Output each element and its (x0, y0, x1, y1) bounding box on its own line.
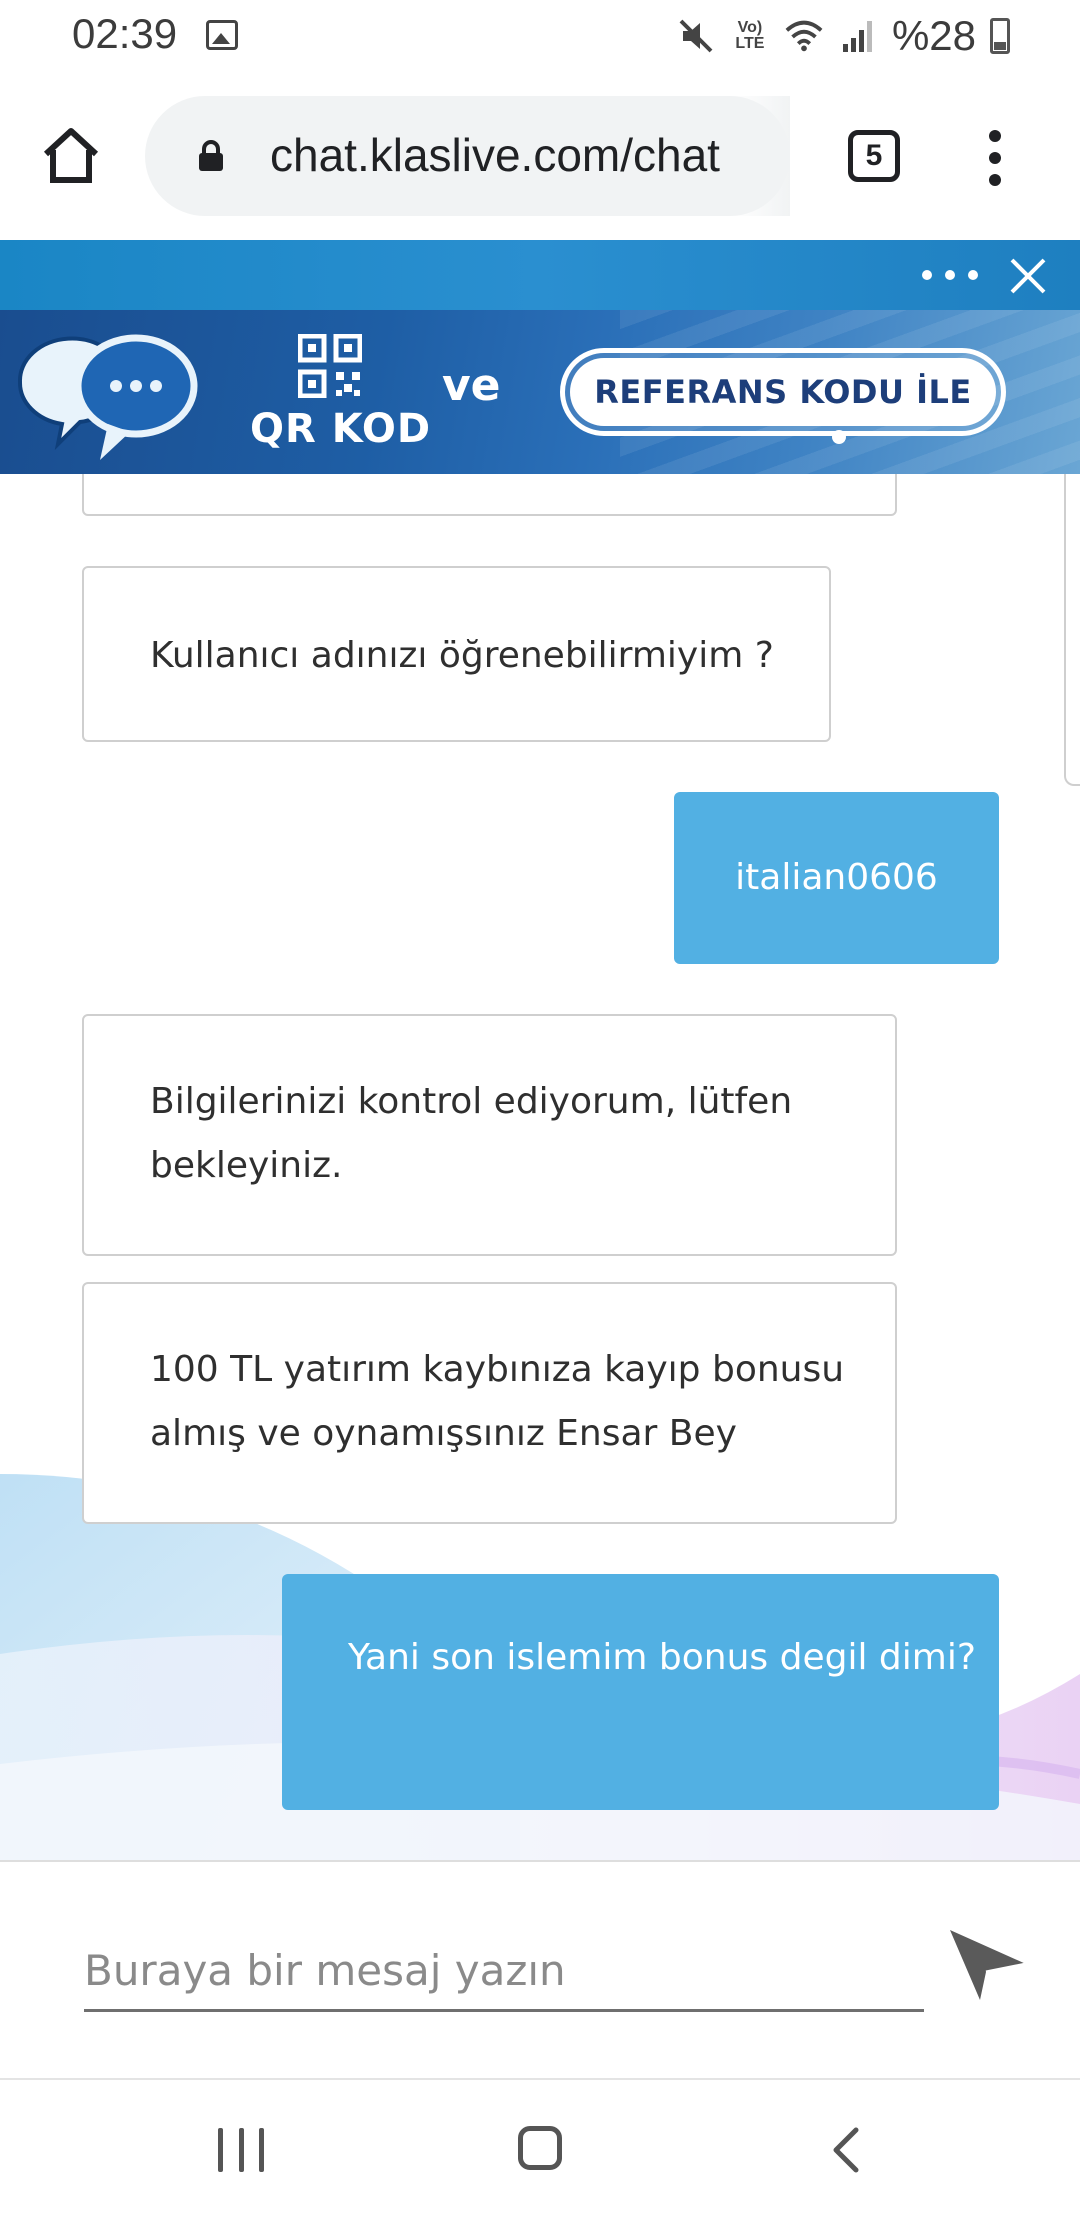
mute-icon (676, 16, 716, 56)
chat-transcript[interactable]: Kullanıcı adınızı öğrenebilirmiyim ? ita… (0, 474, 1080, 1860)
url-text[interactable]: chat.klaslive.com/chat (270, 128, 770, 182)
volte-icon: Vo) LTE (730, 16, 770, 56)
address-bar[interactable]: chat.klaslive.com/chat (145, 96, 790, 216)
banner-pager-dot (832, 430, 846, 444)
promo-banner[interactable]: QR KOD ve REFERANS KODU İLE (0, 310, 1080, 474)
status-icons: Vo) LTE %28 (676, 12, 1010, 60)
and-label: ve (442, 360, 501, 411)
referral-code-button-inner: REFERANS KODU İLE (570, 358, 996, 426)
scrollbar[interactable] (1064, 474, 1080, 786)
lock-icon (199, 140, 223, 171)
status-bar: 02:39 Vo) LTE %28 (0, 0, 1080, 74)
agent-message: Bilgilerinizi kontrol ediyorum, lütfen b… (82, 1014, 897, 1256)
image-icon (206, 20, 238, 50)
chat-bubbles-icon (17, 334, 198, 460)
recent-apps-icon[interactable] (218, 2128, 264, 2172)
url-fade (730, 96, 790, 216)
message-input[interactable] (84, 1932, 924, 2012)
signal-icon (838, 16, 878, 56)
browser-toolbar: chat.klaslive.com/chat 5 (0, 74, 1080, 240)
volte-bottom-label: LTE (735, 35, 765, 52)
agent-message: 100 TL yatırım kaybınıza kayıp bonusu al… (82, 1282, 897, 1524)
close-icon[interactable] (1008, 256, 1048, 296)
volte-top-label: Vo) (737, 19, 763, 36)
chat-widget-header (0, 240, 1080, 310)
system-nav-bar (0, 2078, 1080, 2222)
battery-icon (990, 18, 1010, 54)
home-icon[interactable] (40, 124, 102, 186)
tab-switcher-button[interactable]: 5 (848, 130, 900, 182)
message-composer (0, 1860, 1080, 2080)
agent-message (82, 474, 897, 516)
browser-menu-icon[interactable] (980, 130, 1010, 186)
home-nav-icon[interactable] (518, 2126, 562, 2170)
user-message: italian0606 (674, 792, 999, 964)
send-icon[interactable] (946, 1920, 1030, 2004)
referral-code-label: REFERANS KODU İLE (594, 373, 972, 411)
referral-code-button[interactable]: REFERANS KODU İLE (560, 348, 1006, 436)
qr-code-label: QR KOD (250, 406, 432, 452)
wifi-icon (784, 16, 824, 56)
battery-percent: %28 (891, 12, 976, 59)
user-message: Yani son islemim bonus degil dimi? (282, 1574, 999, 1810)
more-options-icon[interactable] (922, 260, 978, 290)
qr-code-icon (298, 334, 362, 398)
status-time: 02:39 (72, 10, 178, 57)
back-icon[interactable] (826, 2126, 870, 2174)
agent-message: Kullanıcı adınızı öğrenebilirmiyim ? (82, 566, 831, 742)
